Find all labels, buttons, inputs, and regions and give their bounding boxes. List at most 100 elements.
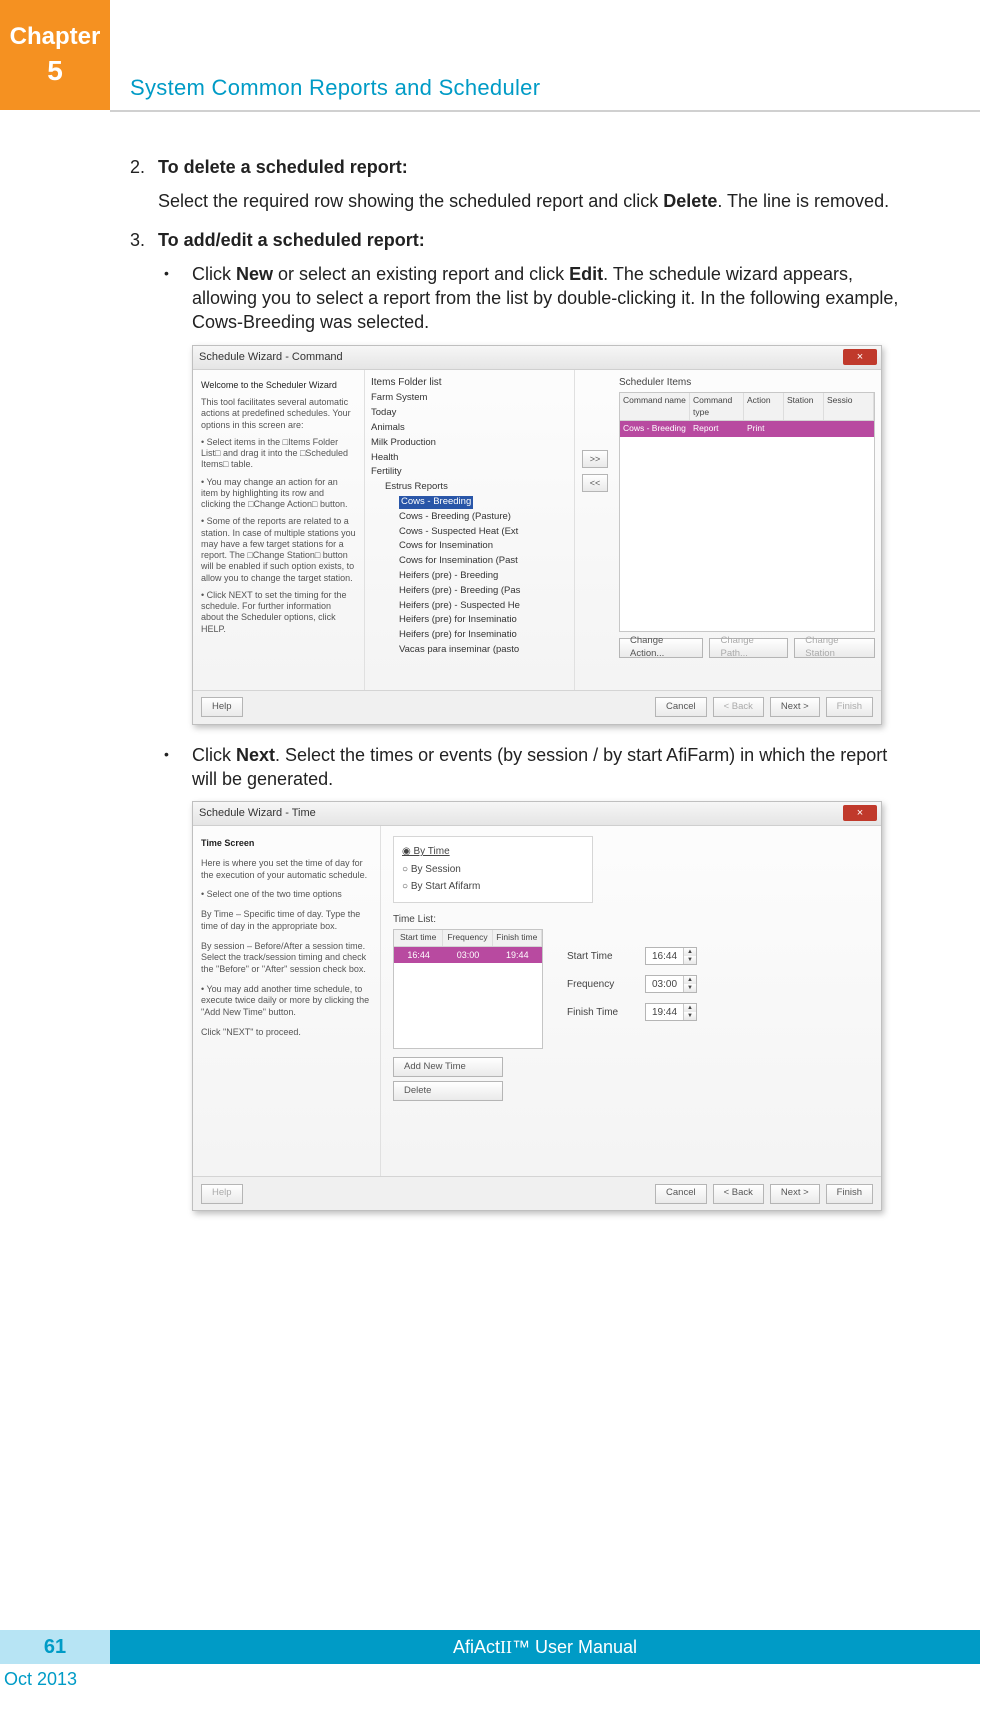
bullet-1-bold2: Edit xyxy=(569,264,603,284)
dialog2-titlebar[interactable]: Schedule Wizard - Time × xyxy=(193,802,881,826)
finish-button[interactable]: Finish xyxy=(826,1184,873,1204)
td-command-type: Report xyxy=(690,421,744,436)
dlg2-heading: Time Screen xyxy=(201,838,372,850)
cancel-button[interactable]: Cancel xyxy=(655,1184,707,1204)
change-station-button[interactable]: Change Station xyxy=(794,638,875,658)
dlg1-tip4: • Click NEXT to set the timing for the s… xyxy=(201,590,356,635)
time-list-column: Start time Frequency Finish time 16:44 0… xyxy=(393,929,543,1101)
add-new-time-button[interactable]: Add New Time xyxy=(393,1057,503,1077)
radio-by-session[interactable]: By Session xyxy=(402,861,584,879)
footer-date: Oct 2013 xyxy=(4,1669,77,1690)
dialog2-footer: Help Cancel < Back Next > Finish xyxy=(193,1176,881,1210)
time-list-row[interactable]: 16:44 03:00 19:44 xyxy=(394,947,542,963)
bullet-1-pre1: Click xyxy=(192,264,236,284)
radio-by-start-afifarm[interactable]: By Start Afifarm xyxy=(402,878,584,896)
step-2-body-post: . The line is removed. xyxy=(717,191,889,211)
items-folder-label: Items Folder list xyxy=(371,376,574,390)
finish-button[interactable]: Finish xyxy=(826,697,873,717)
tree-item[interactable]: Milk Production xyxy=(371,436,574,451)
tree-item[interactable]: Cows for Insemination xyxy=(371,539,574,554)
dialog1-titlebar[interactable]: Schedule Wizard - Command × xyxy=(193,346,881,370)
tree-item[interactable]: Heifers (pre) for Inseminatio xyxy=(371,613,574,628)
footer-title-post: ™ User Manual xyxy=(512,1637,637,1658)
bullet-2: • Click Next. Select the times or events… xyxy=(164,743,900,792)
td-finish: 19:44 xyxy=(493,947,542,963)
chapter-tab: Chapter 5 xyxy=(0,0,110,110)
back-button[interactable]: < Back xyxy=(713,697,764,717)
tree-item[interactable]: Farm System xyxy=(371,391,574,406)
dialog2-main-panel: By Time By Session By Start Afifarm Time… xyxy=(381,826,881,1176)
tree-item[interactable]: Health xyxy=(371,451,574,466)
finish-time-value: 19:44 xyxy=(646,1006,683,1020)
bullet-2-pre: Click xyxy=(192,745,236,765)
footer-title-roman: II xyxy=(500,1637,512,1658)
finish-time-spinner[interactable]: 19:44▲▼ xyxy=(645,1003,697,1021)
under-table-buttons: Change Action... Change Path... Change S… xyxy=(619,638,875,658)
move-left-button[interactable]: << xyxy=(582,474,608,492)
tree-item[interactable]: Fertility xyxy=(371,465,574,480)
frequency-spinner[interactable]: 03:00▲▼ xyxy=(645,975,697,993)
start-time-value: 16:44 xyxy=(646,950,683,964)
dialog2-title: Schedule Wizard - Time xyxy=(199,806,316,821)
items-folder-panel: Items Folder list Farm System Today Anim… xyxy=(365,370,575,690)
tree-item[interactable]: Today xyxy=(371,406,574,421)
footer-title-pre: AfiAct xyxy=(453,1637,500,1658)
step-3: 3. To add/edit a scheduled report: xyxy=(130,228,900,252)
tree-item[interactable]: Vacas para inseminar (pasto xyxy=(371,643,574,658)
tree-item-selected[interactable]: Cows - Breeding xyxy=(371,495,574,510)
dlg2-tip1: • Select one of the two time options xyxy=(201,889,372,901)
chevron-down-icon[interactable]: ▼ xyxy=(684,984,696,992)
tree-item[interactable]: Heifers (pre) - Breeding xyxy=(371,569,574,584)
table-row[interactable]: Cows - Breeding Report Print xyxy=(620,421,874,436)
cancel-button[interactable]: Cancel xyxy=(655,697,707,717)
chevron-up-icon[interactable]: ▲ xyxy=(684,976,696,984)
table-header-row: Command name Command type Action Station… xyxy=(620,393,874,421)
back-button[interactable]: < Back xyxy=(713,1184,764,1204)
step-2-body-bold: Delete xyxy=(663,191,717,211)
delete-time-button[interactable]: Delete xyxy=(393,1081,503,1101)
help-button[interactable]: Help xyxy=(201,1184,243,1204)
tree-item[interactable]: Cows - Suspected Heat (Ext xyxy=(371,525,574,540)
change-action-button[interactable]: Change Action... xyxy=(619,638,703,658)
schedule-wizard-time-dialog: Schedule Wizard - Time × Time Screen Her… xyxy=(192,801,882,1211)
dialog2-body: Time Screen Here is where you set the ti… xyxy=(193,826,881,1176)
help-button[interactable]: Help xyxy=(201,697,243,717)
tree-item[interactable]: Estrus Reports xyxy=(371,480,574,495)
bullet-1-text: Click New or select an existing report a… xyxy=(192,262,900,335)
section-divider xyxy=(110,110,980,112)
chevron-down-icon[interactable]: ▼ xyxy=(684,956,696,964)
th-start: Start time xyxy=(394,930,443,945)
tree-item[interactable]: Cows for Insemination (Past xyxy=(371,554,574,569)
close-icon[interactable]: × xyxy=(843,349,877,365)
tree-item[interactable]: Animals xyxy=(371,421,574,436)
bullet-1-dot: • xyxy=(164,262,192,335)
items-tree[interactable]: Farm System Today Animals Milk Productio… xyxy=(371,391,574,658)
change-path-button[interactable]: Change Path... xyxy=(709,638,788,658)
tree-item[interactable]: Heifers (pre) for Inseminatio xyxy=(371,628,574,643)
footer-title: AfiAct II™ User Manual xyxy=(110,1630,980,1664)
scheduler-items-table[interactable]: Command name Command type Action Station… xyxy=(619,392,875,632)
tree-item[interactable]: Heifers (pre) - Breeding (Pas xyxy=(371,584,574,599)
td-station xyxy=(784,421,824,436)
close-icon[interactable]: × xyxy=(843,805,877,821)
move-right-button[interactable]: >> xyxy=(582,450,608,468)
start-time-field: Start Time 16:44▲▼ xyxy=(567,947,697,965)
dialog1-help-panel: Welcome to the Scheduler Wizard This too… xyxy=(193,370,365,690)
finish-time-label: Finish Time xyxy=(567,1006,637,1020)
time-mode-radios: By Time By Session By Start Afifarm xyxy=(393,836,593,903)
tree-item[interactable]: Heifers (pre) - Suspected He xyxy=(371,599,574,614)
tree-item[interactable]: Cows - Breeding (Pasture) xyxy=(371,510,574,525)
radio-by-time[interactable]: By Time xyxy=(402,843,584,861)
schedule-wizard-command-dialog: Schedule Wizard - Command × Welcome to t… xyxy=(192,345,882,725)
th-action: Action xyxy=(744,393,784,420)
start-time-spinner[interactable]: 16:44▲▼ xyxy=(645,947,697,965)
next-button[interactable]: Next > xyxy=(770,697,820,717)
chevron-up-icon[interactable]: ▲ xyxy=(684,948,696,956)
page-number: 61 xyxy=(0,1630,110,1664)
dialog2-help-panel: Time Screen Here is where you set the ti… xyxy=(193,826,381,1176)
chevron-down-icon[interactable]: ▼ xyxy=(684,1012,696,1020)
next-button[interactable]: Next > xyxy=(770,1184,820,1204)
time-list-table[interactable]: Start time Frequency Finish time 16:44 0… xyxy=(393,929,543,1049)
chevron-up-icon[interactable]: ▲ xyxy=(684,1004,696,1012)
td-start: 16:44 xyxy=(394,947,443,963)
